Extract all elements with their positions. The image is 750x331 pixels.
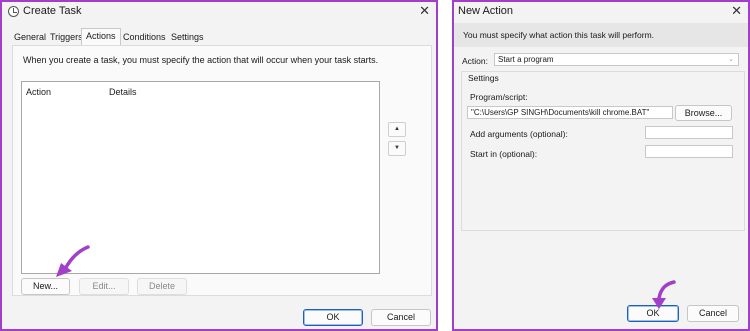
- column-header-action[interactable]: Action: [26, 87, 51, 97]
- tab-general[interactable]: General: [10, 30, 50, 45]
- window-title: Create Task: [23, 5, 82, 17]
- new-action-titlebar: New Action ✕: [454, 2, 748, 22]
- start-in-input[interactable]: [645, 145, 733, 158]
- chevron-down-icon: ⌄: [728, 56, 734, 63]
- annotation-arrow: [56, 245, 90, 277]
- ok-button[interactable]: OK: [303, 309, 363, 326]
- instruction-band: You must specify what action this task w…: [454, 23, 748, 47]
- column-header-details[interactable]: Details: [109, 87, 137, 97]
- add-arguments-label: Add arguments (optional):: [470, 129, 568, 139]
- program-script-input[interactable]: "C:\Users\GP SINGH\Documents\kill chrome…: [467, 106, 673, 119]
- cancel-button[interactable]: Cancel: [687, 305, 739, 322]
- move-up-button[interactable]: ▲: [388, 122, 406, 137]
- tab-conditions[interactable]: Conditions: [119, 30, 170, 45]
- window-title: New Action: [458, 5, 514, 17]
- cancel-button[interactable]: Cancel: [371, 309, 431, 326]
- create-task-window: Create Task ✕ General Triggers Actions C…: [0, 0, 438, 331]
- start-in-label: Start in (optional):: [470, 149, 538, 159]
- browse-button[interactable]: Browse...: [675, 105, 732, 121]
- create-task-titlebar: Create Task ✕: [2, 2, 436, 22]
- instruction-text: You must specify what action this task w…: [463, 30, 655, 40]
- tab-settings[interactable]: Settings: [167, 30, 208, 45]
- close-icon[interactable]: ✕: [419, 3, 430, 19]
- action-select[interactable]: Start a program ⌄: [494, 53, 739, 66]
- move-down-button[interactable]: ▼: [388, 141, 406, 156]
- add-arguments-input[interactable]: [645, 126, 733, 139]
- close-icon[interactable]: ✕: [731, 3, 742, 19]
- program-script-label: Program/script:: [470, 92, 528, 102]
- action-select-value: Start a program: [498, 55, 554, 64]
- actions-description: When you create a task, you must specify…: [23, 55, 379, 65]
- delete-button[interactable]: Delete: [137, 278, 187, 295]
- annotation-arrow: [652, 280, 676, 309]
- clock-icon: [8, 6, 19, 17]
- action-label: Action:: [462, 56, 488, 66]
- new-action-window: New Action ✕ You must specify what actio…: [452, 0, 750, 331]
- tab-actions[interactable]: Actions: [81, 28, 121, 45]
